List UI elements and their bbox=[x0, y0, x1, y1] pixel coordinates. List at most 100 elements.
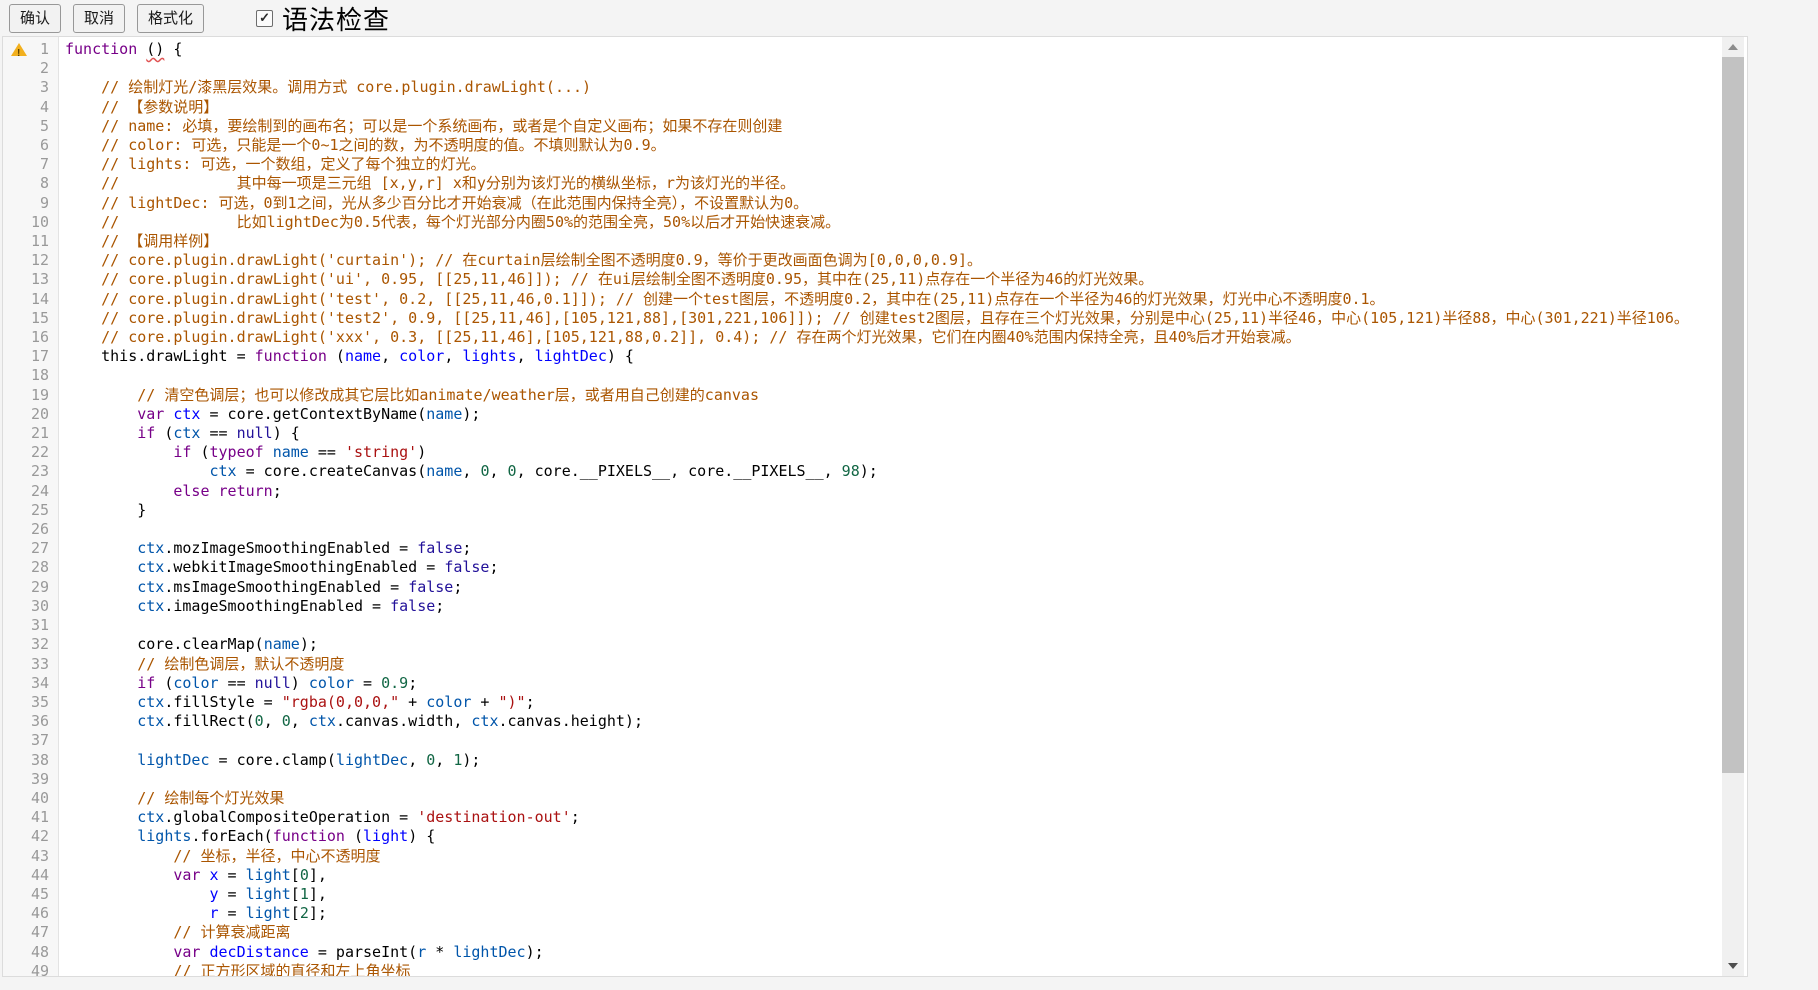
code-token: y bbox=[210, 885, 219, 903]
line-number: 49 bbox=[3, 962, 58, 977]
code-line[interactable]: ctx.msImageSmoothingEnabled = false; bbox=[58, 578, 1721, 597]
code-line[interactable]: // 清空色调层；也可以修改成其它层比如animate/weather层，或者用… bbox=[58, 386, 1721, 405]
code-token: // 绘制灯光/漆黑层效果。调用方式 core.plugin.drawLight… bbox=[65, 78, 591, 96]
chevron-up-icon bbox=[1728, 44, 1738, 50]
code-line[interactable]: // color: 可选，只能是一个0~1之间的数，为不透明度的值。不填则默认为… bbox=[58, 136, 1721, 155]
code-line[interactable]: // 坐标，半径，中心不透明度 bbox=[58, 847, 1721, 866]
code-line[interactable]: if (color == null) color = 0.9; bbox=[58, 674, 1721, 693]
code-line[interactable]: ctx.fillRect(0, 0, ctx.canvas.width, ctx… bbox=[58, 712, 1721, 731]
code-line[interactable]: if (typeof name == 'string') bbox=[58, 443, 1721, 462]
code-editor[interactable]: 1function () {23 // 绘制灯光/漆黑层效果。调用方式 core… bbox=[2, 36, 1748, 977]
code-row: 30 ctx.imageSmoothingEnabled = false; bbox=[3, 597, 1721, 616]
line-number: 10 bbox=[3, 213, 58, 232]
code-token: ) bbox=[417, 443, 426, 461]
scrollbar-thumb[interactable] bbox=[1722, 57, 1744, 773]
code-line[interactable]: // name: 必填，要绘制到的画布名；可以是一个系统画布，或者是个自定义画布… bbox=[58, 117, 1721, 136]
code-token: 2 bbox=[300, 904, 309, 922]
code-line[interactable]: ctx.mozImageSmoothingEnabled = false; bbox=[58, 539, 1721, 558]
code-line[interactable] bbox=[58, 770, 1721, 789]
code-line[interactable]: function () { bbox=[58, 40, 1721, 59]
code-line[interactable]: // core.plugin.drawLight('test2', 0.9, [… bbox=[58, 309, 1721, 328]
scrollbar-track[interactable] bbox=[1722, 37, 1744, 976]
code-token: ); bbox=[860, 462, 878, 480]
code-line[interactable] bbox=[58, 59, 1721, 78]
code-token bbox=[65, 539, 137, 557]
code-token: // 坐标，半径，中心不透明度 bbox=[65, 847, 380, 865]
code-token: ) { bbox=[607, 347, 634, 365]
code-line[interactable]: else return; bbox=[58, 482, 1721, 501]
code-token: [ bbox=[291, 885, 300, 903]
code-line[interactable]: // lightDec: 可选，0到1之间，光从多少百分比才开始衰减（在此范围内… bbox=[58, 194, 1721, 213]
code-line[interactable]: // core.plugin.drawLight('ui', 0.95, [[2… bbox=[58, 270, 1721, 289]
syntax-check-group: ✓ 语法检查 bbox=[256, 0, 390, 37]
code-token: null bbox=[237, 424, 273, 442]
code-line[interactable] bbox=[58, 520, 1721, 539]
code-line[interactable]: // 【调用样例】 bbox=[58, 232, 1721, 251]
code-row: 18 bbox=[3, 366, 1721, 385]
cancel-button[interactable]: 取消 bbox=[73, 4, 125, 33]
code-line[interactable] bbox=[58, 731, 1721, 750]
confirm-button[interactable]: 确认 bbox=[9, 4, 61, 33]
code-token bbox=[200, 866, 209, 884]
code-line[interactable]: if (ctx == null) { bbox=[58, 424, 1721, 443]
code-row: 32 core.clearMap(name); bbox=[3, 635, 1721, 654]
syntax-check-checkbox[interactable]: ✓ bbox=[256, 10, 273, 27]
code-line[interactable]: // 绘制色调层，默认不透明度 bbox=[58, 655, 1721, 674]
code-row: 36 ctx.fillRect(0, 0, ctx.canvas.width, … bbox=[3, 712, 1721, 731]
code-row: 16 // core.plugin.drawLight('xxx', 0.3, … bbox=[3, 328, 1721, 347]
code-token: ); bbox=[526, 943, 544, 961]
code-line[interactable]: // core.plugin.drawLight('xxx', 0.3, [[2… bbox=[58, 328, 1721, 347]
code-line[interactable]: var ctx = core.getContextByName(name); bbox=[58, 405, 1721, 424]
code-token: , bbox=[462, 462, 480, 480]
code-line[interactable]: ctx = core.createCanvas(name, 0, 0, core… bbox=[58, 462, 1721, 481]
code-line[interactable]: // core.plugin.drawLight('curtain'); // … bbox=[58, 251, 1721, 270]
line-number: 45 bbox=[3, 885, 58, 904]
code-line[interactable]: // 比如lightDec为0.5代表，每个灯光部分内圈50%的范围全亮，50%… bbox=[58, 213, 1721, 232]
code-line[interactable]: core.clearMap(name); bbox=[58, 635, 1721, 654]
code-line[interactable]: // 计算衰减距离 bbox=[58, 923, 1721, 942]
code-line[interactable]: // 其中每一项是三元组 [x,y,r] x和y分别为该灯光的横纵坐标，r为该灯… bbox=[58, 174, 1721, 193]
code-token: // color: 可选，只能是一个0~1之间的数，为不透明度的值。不填则默认为… bbox=[65, 136, 666, 154]
code-line[interactable]: lights.forEach(function (light) { bbox=[58, 827, 1721, 846]
format-button[interactable]: 格式化 bbox=[137, 4, 204, 33]
code-token: , core.__PIXELS__, core.__PIXELS__, bbox=[517, 462, 842, 480]
code-line[interactable]: // 绘制每个灯光效果 bbox=[58, 789, 1721, 808]
scroll-down-button[interactable] bbox=[1722, 956, 1744, 976]
code-line[interactable] bbox=[58, 616, 1721, 635]
code-line[interactable]: ctx.imageSmoothingEnabled = false; bbox=[58, 597, 1721, 616]
code-line[interactable]: r = light[2]; bbox=[58, 904, 1721, 923]
code-token: ; bbox=[408, 674, 417, 692]
code-token: var bbox=[173, 866, 200, 884]
code-token: // lightDec: 可选，0到1之间，光从多少百分比才开始衰减（在此范围内… bbox=[65, 194, 808, 212]
code-token: ctx bbox=[137, 578, 164, 596]
line-number: 40 bbox=[3, 789, 58, 808]
line-number: 7 bbox=[3, 155, 58, 174]
code-token: lights bbox=[137, 827, 191, 845]
code-token: name bbox=[426, 462, 462, 480]
code-line[interactable]: var x = light[0], bbox=[58, 866, 1721, 885]
code-token: = bbox=[354, 674, 381, 692]
code-line[interactable]: // 正方形区域的直径和左上角坐标 bbox=[58, 962, 1721, 977]
code-line[interactable]: ctx.globalCompositeOperation = 'destinat… bbox=[58, 808, 1721, 827]
code-line[interactable]: ctx.fillStyle = "rgba(0,0,0," + color + … bbox=[58, 693, 1721, 712]
code-line[interactable]: var decDistance = parseInt(r * lightDec)… bbox=[58, 943, 1721, 962]
code-line[interactable]: ctx.webkitImageSmoothingEnabled = false; bbox=[58, 558, 1721, 577]
code-token: lightDec bbox=[453, 943, 525, 961]
code-line[interactable]: // 绘制灯光/漆黑层效果。调用方式 core.plugin.drawLight… bbox=[58, 78, 1721, 97]
code-line[interactable]: // core.plugin.drawLight('test', 0.2, [[… bbox=[58, 290, 1721, 309]
code-token: ); bbox=[462, 405, 480, 423]
scroll-up-button[interactable] bbox=[1722, 37, 1744, 57]
code-line[interactable] bbox=[58, 366, 1721, 385]
code-token bbox=[65, 751, 137, 769]
code-line[interactable]: // 【参数说明】 bbox=[58, 98, 1721, 117]
code-line[interactable]: lightDec = core.clamp(lightDec, 0, 1); bbox=[58, 751, 1721, 770]
line-number: 29 bbox=[3, 578, 58, 597]
code-line[interactable]: this.drawLight = function (name, color, … bbox=[58, 347, 1721, 366]
code-line[interactable]: y = light[1], bbox=[58, 885, 1721, 904]
code-token: = core.clamp( bbox=[210, 751, 336, 769]
code-token: // 计算衰减距离 bbox=[65, 923, 290, 941]
code-token: light bbox=[246, 885, 291, 903]
code-line[interactable]: // lights: 可选，一个数组，定义了每个独立的灯光。 bbox=[58, 155, 1721, 174]
code-line[interactable]: } bbox=[58, 501, 1721, 520]
code-token: var bbox=[137, 405, 164, 423]
